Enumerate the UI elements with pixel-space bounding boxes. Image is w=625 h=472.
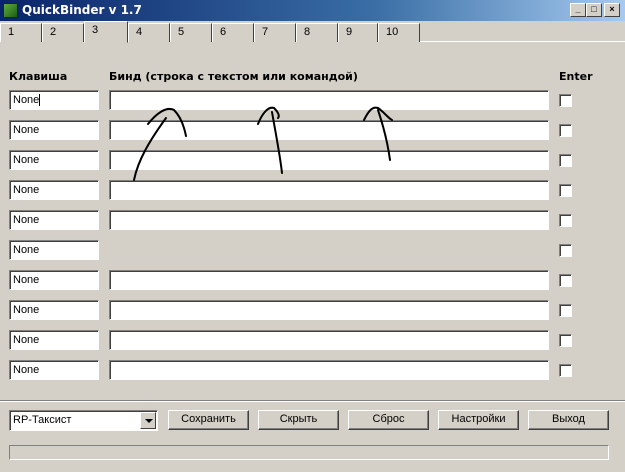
maximize-button[interactable]: □ xyxy=(586,3,602,17)
profile-select[interactable]: RP-Таксист xyxy=(9,410,158,431)
app-icon xyxy=(3,3,18,18)
tab-3[interactable]: 3 xyxy=(84,21,128,43)
tab-7[interactable]: 7 xyxy=(254,23,296,42)
enter-checkbox[interactable] xyxy=(559,334,572,347)
bind-field[interactable] xyxy=(109,210,549,230)
tab-8[interactable]: 8 xyxy=(296,23,338,42)
bind-column-header: Бинд (строка с текстом или командой) xyxy=(109,70,358,83)
key-field[interactable]: None xyxy=(9,150,99,170)
save-button[interactable]: Сохранить xyxy=(168,410,249,430)
key-field[interactable]: None xyxy=(9,360,99,380)
tab-5[interactable]: 5 xyxy=(170,23,212,42)
tab-9[interactable]: 9 xyxy=(338,23,378,42)
footer-divider xyxy=(0,400,625,402)
bind-field[interactable] xyxy=(109,360,549,380)
progress-bar xyxy=(9,445,609,460)
reset-button[interactable]: Сброс xyxy=(348,410,429,430)
key-field[interactable]: None xyxy=(9,270,99,290)
settings-button[interactable]: Настройки xyxy=(438,410,519,430)
enter-checkbox[interactable] xyxy=(559,274,572,287)
tab-10[interactable]: 10 xyxy=(378,23,420,42)
bind-field[interactable] xyxy=(109,120,549,140)
key-field[interactable]: None xyxy=(9,120,99,140)
enter-checkbox[interactable] xyxy=(559,94,572,107)
bind-field[interactable] xyxy=(109,270,549,290)
tab-4[interactable]: 4 xyxy=(128,23,170,42)
enter-checkbox[interactable] xyxy=(559,244,572,257)
enter-checkbox[interactable] xyxy=(559,154,572,167)
key-field[interactable]: None xyxy=(9,90,99,110)
close-button[interactable]: × xyxy=(604,3,620,17)
tab-strip: 1 2 3 4 5 6 7 8 9 10 xyxy=(0,21,625,43)
bind-field[interactable] xyxy=(109,330,549,350)
enter-checkbox[interactable] xyxy=(559,124,572,137)
enter-column-header: Enter xyxy=(559,70,593,83)
tab-6[interactable]: 6 xyxy=(212,23,254,42)
key-field[interactable]: None xyxy=(9,180,99,200)
key-field[interactable]: None xyxy=(9,330,99,350)
window-title: QuickBinder v 1.7 xyxy=(22,3,142,17)
enter-checkbox[interactable] xyxy=(559,184,572,197)
enter-checkbox[interactable] xyxy=(559,214,572,227)
minimize-button[interactable]: _ xyxy=(570,3,586,17)
enter-checkbox[interactable] xyxy=(559,304,572,317)
bind-field[interactable] xyxy=(109,180,549,200)
profile-select-value: RP-Таксист xyxy=(13,414,72,426)
key-column-header: Клавиша xyxy=(9,70,68,83)
chevron-down-icon[interactable] xyxy=(140,412,156,429)
key-field[interactable]: None xyxy=(9,300,99,320)
enter-checkbox[interactable] xyxy=(559,364,572,377)
bind-field[interactable] xyxy=(109,300,549,320)
exit-button[interactable]: Выход xyxy=(528,410,609,430)
key-field[interactable]: None xyxy=(9,240,99,260)
bind-field[interactable] xyxy=(109,150,549,170)
tab-1[interactable]: 1 xyxy=(0,23,42,42)
text-caret xyxy=(39,94,41,107)
title-bar[interactable]: QuickBinder v 1.7 _ □ × xyxy=(0,0,625,21)
hide-button[interactable]: Скрыть xyxy=(258,410,339,430)
tab-2[interactable]: 2 xyxy=(42,23,84,42)
key-field[interactable]: None xyxy=(9,210,99,230)
bind-field[interactable] xyxy=(109,90,549,110)
